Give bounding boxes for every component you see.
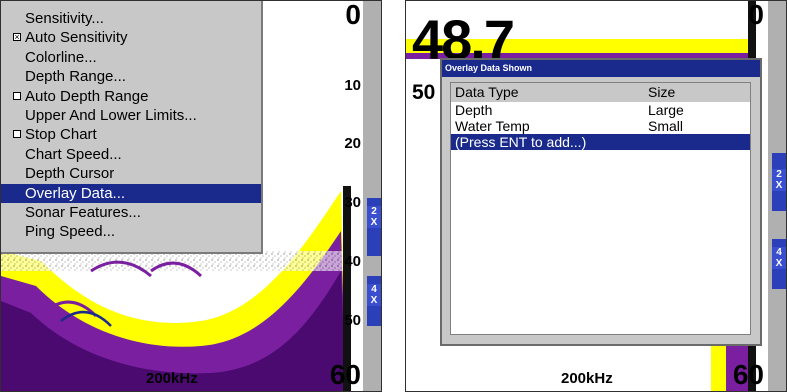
menu-item-label: Sensitivity... <box>25 10 104 27</box>
sonar-options-menu: Sensitivity... × Auto Sensitivity Colorline… <box>1 1 263 254</box>
depth-label-60: 60 <box>329 359 361 390</box>
menu-item-9[interactable]: Overlay Data... <box>1 183 261 203</box>
overlay-data-dialog: Overlay Data Shown Data Type Size Depth L… <box>440 58 762 346</box>
menu-item-2[interactable]: Colorline... <box>1 48 261 67</box>
list-item[interactable]: Depth Large <box>451 102 750 118</box>
menu-item-label: Stop Chart <box>25 126 97 144</box>
zoom-bar-2x: 2X <box>367 198 381 256</box>
depth-label-60: 60 <box>732 359 764 390</box>
menu-item-0[interactable]: Sensitivity... <box>1 9 261 28</box>
header-size: Size <box>648 84 676 100</box>
menu-item-label: Chart Speed... <box>25 145 122 163</box>
side-number: 50 <box>412 81 436 104</box>
list-item-type: (Press ENT to add...) <box>455 134 587 150</box>
sonar-screen-right: 48.7 50 0 60 2X 4X 200kHz Overlay Data S… <box>405 0 787 392</box>
depth-label-30: 30 <box>344 194 361 211</box>
frequency-label: 200kHz <box>561 370 613 387</box>
list-item-size: Large <box>648 102 684 118</box>
menu-item-10[interactable]: Sonar Features... <box>1 203 261 222</box>
frequency-label: 200kHz <box>146 370 198 387</box>
sonar-screen-left: Sensitivity... × Auto Sensitivity Colorline… <box>0 0 382 392</box>
header-data-type: Data Type <box>455 84 519 100</box>
menu-item-label: Depth Cursor <box>25 165 115 183</box>
menu-item-label: Auto Sensitivity <box>25 29 128 47</box>
zoom-label-4x: 4X <box>367 284 381 306</box>
menu-item-5[interactable]: Upper And Lower Limits... <box>1 106 261 125</box>
menu-item-label: Overlay Data... <box>25 184 126 202</box>
menu-item-4[interactable]: Auto Depth Range <box>1 87 261 106</box>
menu-item-6[interactable]: Stop Chart <box>1 125 261 144</box>
menu-item-label: Ping Speed... <box>25 223 116 241</box>
list-item-type: Water Temp <box>455 118 530 134</box>
list-header: Data Type Size <box>451 83 750 102</box>
zoom-label-4x: 4X <box>772 247 786 269</box>
menu-item-11[interactable]: Ping Speed... <box>1 222 261 241</box>
dialog-title: Overlay Data Shown <box>442 60 760 77</box>
menu-item-7[interactable]: Chart Speed... <box>1 145 261 164</box>
zoom-bar-4x: 4X <box>367 276 381 326</box>
depth-label-40: 40 <box>344 253 361 270</box>
depth-label-0: 0 <box>345 0 361 30</box>
checkbox-icon[interactable] <box>13 91 21 100</box>
zoom-label-2x: 2X <box>367 206 381 228</box>
zoom-bar-4x: 4X <box>772 239 786 289</box>
depth-label-10: 10 <box>344 77 361 94</box>
menu-item-label: Sonar Features... <box>25 203 141 221</box>
zoom-bar-2x: 2X <box>772 153 786 211</box>
overlay-data-list: Data Type Size Depth Large Water Temp Small… <box>450 82 751 335</box>
menu-item-8[interactable]: Depth Cursor <box>1 164 261 183</box>
checkbox-icon[interactable] <box>13 130 21 139</box>
depth-label-50: 50 <box>344 312 361 329</box>
depth-label-20: 20 <box>344 135 361 152</box>
list-item[interactable]: Water Temp Small <box>451 118 750 134</box>
menu-item-label: Colorline... <box>25 48 97 66</box>
menu-item-label: Auto Depth Range <box>25 87 149 105</box>
list-item-size: Small <box>648 118 684 134</box>
list-item-type: Depth <box>455 102 493 118</box>
zoom-label-2x: 2X <box>772 169 786 191</box>
list-item[interactable]: (Press ENT to add...) <box>451 134 750 150</box>
menu-item-label: Upper And Lower Limits... <box>25 106 197 124</box>
checkbox-icon[interactable]: × <box>13 33 21 42</box>
menu-item-3[interactable]: Depth Range... <box>1 67 261 86</box>
depth-scale: 0 10 20 30 40 50 60 <box>323 1 363 391</box>
menu-item-1[interactable]: × Auto Sensitivity <box>1 28 261 47</box>
menu-item-label: Depth Range... <box>25 68 126 86</box>
depth-label-0: 0 <box>748 0 764 30</box>
